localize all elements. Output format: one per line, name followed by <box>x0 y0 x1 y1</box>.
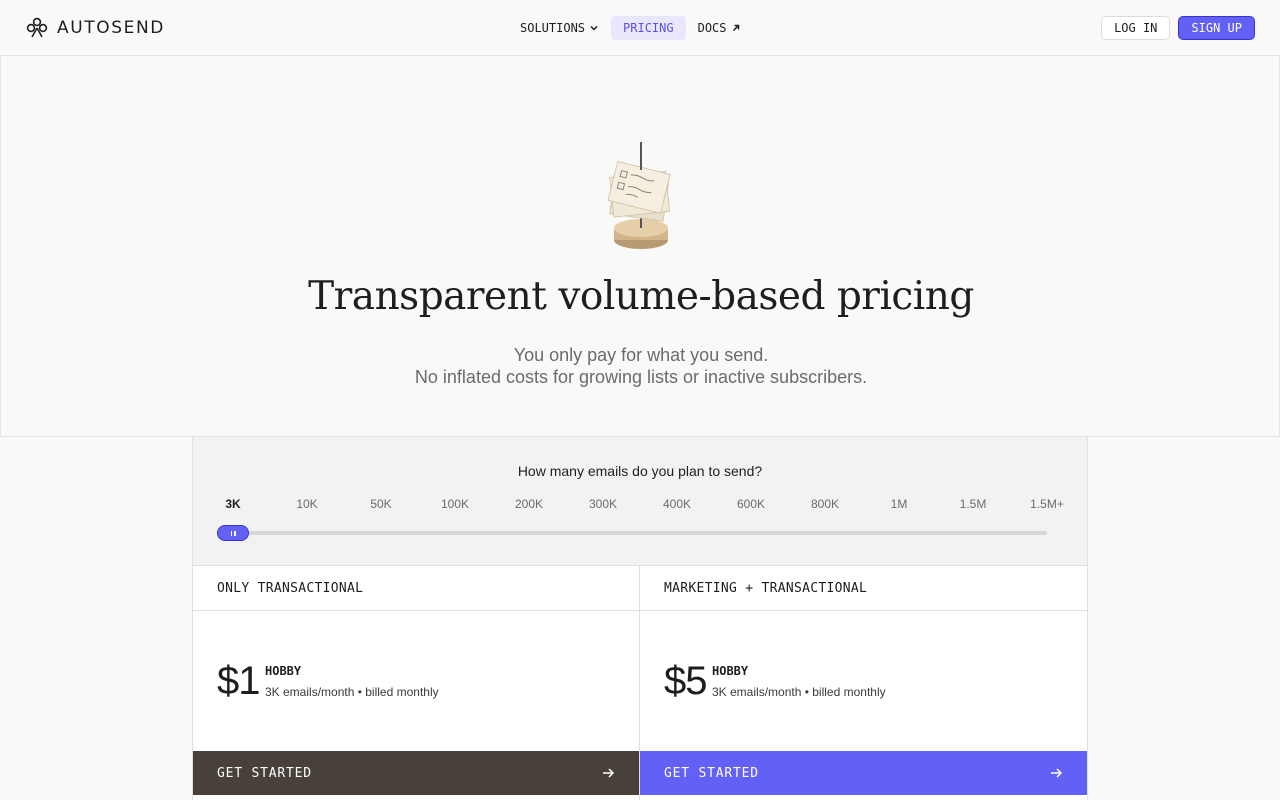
plan-body: $5 HOBBY 3K emails/month • billed monthl… <box>640 611 1087 751</box>
volume-tick-10k[interactable]: 10K <box>296 497 317 511</box>
volume-tick-50k[interactable]: 50K <box>370 497 391 511</box>
volume-tick-3k[interactable]: 3K <box>225 497 240 511</box>
volume-question: How many emails do you plan to send? <box>517 463 763 479</box>
get-started-label: GET STARTED <box>664 765 759 781</box>
plan-header: ONLY TRANSACTIONAL <box>193 566 639 611</box>
plan-tier: HOBBY <box>265 664 302 678</box>
nav-solutions[interactable]: SOLUTIONS <box>508 16 611 40</box>
plan-transactional: ONLY TRANSACTIONAL $1 HOBBY 3K emails/mo… <box>193 566 640 800</box>
volume-slider-track[interactable] <box>218 531 1047 535</box>
brand-name: AUTOSEND <box>57 18 165 38</box>
get-started-button[interactable]: GET STARTED <box>640 751 1087 795</box>
volume-tick-600k[interactable]: 600K <box>737 497 765 511</box>
arrow-up-right-icon <box>732 24 739 32</box>
page-title: Transparent volume-based pricing <box>308 274 974 319</box>
volume-tick-800k[interactable]: 800K <box>811 497 839 511</box>
chevron-down-icon <box>590 25 598 31</box>
nav-solutions-label: SOLUTIONS <box>520 21 586 35</box>
auth-buttons: LOG IN SIGN UP <box>1101 16 1255 40</box>
login-button[interactable]: LOG IN <box>1101 16 1171 40</box>
nav-pricing-label: PRICING <box>623 21 674 35</box>
get-started-label: GET STARTED <box>217 765 312 781</box>
plan-description: 3K emails/month • billed monthly <box>265 685 439 699</box>
receipt-spike-illustration <box>607 142 671 249</box>
hero-section: Transparent volume-based pricing You onl… <box>0 56 1280 437</box>
plan-tier: HOBBY <box>712 664 749 678</box>
plan-price: $5 <box>664 659 707 703</box>
volume-slider-handle[interactable] <box>217 525 249 541</box>
nav-docs[interactable]: DOCS <box>686 16 753 40</box>
top-nav: AUTOSEND SOLUTIONS PRICING DOCS LOG IN S… <box>0 0 1280 56</box>
volume-tick-15m[interactable]: 1.5M+ <box>1030 497 1064 511</box>
volume-tick-200k[interactable]: 200K <box>515 497 543 511</box>
get-started-button[interactable]: GET STARTED <box>193 751 639 795</box>
signup-button[interactable]: SIGN UP <box>1178 16 1255 40</box>
volume-tick-15m[interactable]: 1.5M <box>960 497 987 511</box>
plan-body: $1 HOBBY 3K emails/month • billed monthl… <box>193 611 639 751</box>
arrow-right-icon <box>603 768 615 778</box>
nav-links: SOLUTIONS PRICING DOCS <box>508 16 753 40</box>
subtitle-line-1: You only pay for what you send. <box>513 345 769 365</box>
arrow-right-icon <box>1051 768 1063 778</box>
nav-pricing[interactable]: PRICING <box>611 16 686 40</box>
volume-tick-400k[interactable]: 400K <box>663 497 691 511</box>
plan-header: MARKETING + TRANSACTIONAL <box>640 566 1087 611</box>
volume-slider-panel: How many emails do you plan to send? 3K 1… <box>193 437 1087 566</box>
subtitle-line-2: No inflated costs for growing lists or i… <box>414 367 868 387</box>
pricing-card: How many emails do you plan to send? 3K 1… <box>192 437 1088 800</box>
autosend-logo-icon <box>26 17 48 38</box>
logo[interactable]: AUTOSEND <box>25 16 165 40</box>
plan-price: $1 <box>217 659 260 703</box>
nav-docs-label: DOCS <box>697 21 727 35</box>
plan-description: 3K emails/month • billed monthly <box>712 685 886 699</box>
volume-tick-100k[interactable]: 100K <box>441 497 469 511</box>
volume-tick-1m[interactable]: 1M <box>891 497 908 511</box>
page-subtitle: You only pay for what you send. No infla… <box>1 344 1280 388</box>
plan-marketing-transactional: MARKETING + TRANSACTIONAL $5 HOBBY 3K em… <box>640 566 1087 800</box>
volume-tick-300k[interactable]: 300K <box>589 497 617 511</box>
